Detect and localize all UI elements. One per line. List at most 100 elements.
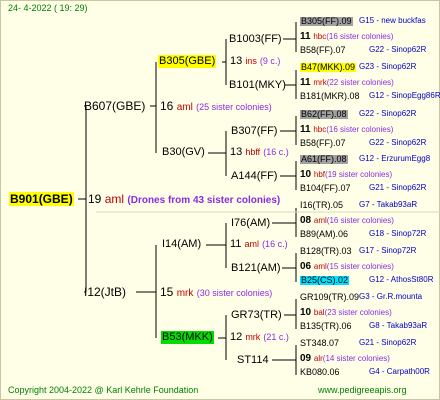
gen2-count-3: 11 bbox=[230, 238, 242, 250]
gen1-note-2: (30 sister colonies) bbox=[196, 288, 273, 298]
gen4-top-colony-6: G17 - Sinop72R bbox=[359, 246, 417, 255]
gen4-trait-4: hbf bbox=[313, 170, 326, 179]
gen4-stats-7: 10 bal(23 sister colonies) bbox=[300, 308, 392, 318]
gen3-queen-7[interactable]: GR73(TR) bbox=[231, 310, 282, 321]
gen4-note-1: (16 sister colonies) bbox=[326, 32, 394, 41]
gen4-bottom-colony-5: G18 - Sinop72R bbox=[369, 229, 427, 238]
gen4-top-queen-4[interactable]: A61(FF).08 bbox=[300, 155, 348, 164]
gen4-stats-8: 09 alr(14 sister colonies) bbox=[300, 354, 390, 364]
gen4-count-7: 10 bbox=[300, 307, 312, 318]
gen3-queen-3[interactable]: B307(FF) bbox=[231, 126, 277, 137]
gen4-trait-3: hbc bbox=[313, 125, 327, 134]
gen2-stats-3: 11 aml (16 c.) bbox=[230, 239, 288, 250]
gen4-top-queen-8[interactable]: ST348.07 bbox=[300, 339, 339, 348]
gen4-note-7: (23 sister colonies) bbox=[324, 308, 392, 317]
gen2-stats-1: 13 ins (9 c.) bbox=[230, 56, 280, 67]
footer-website-link[interactable]: www.pedigreeapis.org bbox=[318, 386, 407, 395]
gen4-count-3: 11 bbox=[300, 124, 311, 135]
gen4-top-colony-5: G7 - Takab93aR bbox=[359, 200, 418, 209]
gen4-bottom-colony-7: G8 - Takab93aR bbox=[369, 321, 428, 330]
gen4-count-6: 06 bbox=[300, 261, 312, 272]
gen4-top-colony-3: G22 - Sinop62R bbox=[359, 109, 417, 118]
gen4-bottom-queen-8[interactable]: KB080.06 bbox=[300, 368, 340, 377]
footer-copyright: Copyright 2004-2022 @ Karl Kehrle Founda… bbox=[8, 385, 199, 395]
gen2-count-4: 12 bbox=[230, 331, 243, 343]
gen2-stats-4: 12 mrk (21 c.) bbox=[230, 332, 289, 343]
gen4-top-colony-8: G21 - Sinop62R bbox=[359, 338, 417, 347]
gen4-top-colony-2: G23 - Sinop62R bbox=[359, 62, 417, 71]
gen1-stats-2: 15 mrk (30 sister colonies) bbox=[160, 286, 272, 299]
root-stats: 19 aml (Drones from 43 sister colonies) bbox=[88, 193, 280, 206]
gen1-stats-1: 16 aml (25 sister colonies) bbox=[160, 100, 272, 113]
root-trait: aml bbox=[104, 192, 125, 206]
gen4-top-queen-2[interactable]: B47(MKK).09 bbox=[300, 63, 357, 72]
gen1-note-1: (25 sister colonies) bbox=[196, 102, 272, 112]
gen4-stats-2: 11 mrk(22 sister colonies) bbox=[300, 78, 394, 88]
gen4-bottom-queen-7[interactable]: B135(TR).06 bbox=[300, 322, 352, 331]
gen4-trait-5: aml bbox=[313, 216, 327, 225]
gen4-top-colony-1: G15 - new buckfas bbox=[359, 16, 426, 25]
gen1-queen-2[interactable]: I12(JtB) bbox=[84, 286, 126, 298]
gen3-queen-5[interactable]: I76(AM) bbox=[231, 218, 270, 229]
gen4-bottom-queen-2[interactable]: B181(MKR).08 bbox=[300, 92, 360, 101]
gen4-bottom-queen-1[interactable]: B58(FF).07 bbox=[300, 46, 346, 55]
gen4-trait-1: hbc bbox=[313, 32, 327, 41]
gen2-note-3: (16 c.) bbox=[262, 239, 288, 249]
gen4-trait-7: bal bbox=[313, 308, 325, 317]
gen4-note-6: (15 sister colonies) bbox=[326, 262, 394, 271]
gen4-top-queen-7[interactable]: GR109(TR).09 bbox=[300, 293, 359, 302]
gen4-bottom-queen-5[interactable]: B89(AM).06 bbox=[300, 230, 348, 239]
gen4-bottom-colony-8: G4 - Carpath00R bbox=[369, 367, 430, 376]
gen2-queen-1[interactable]: B305(GBE) bbox=[158, 55, 217, 68]
gen1-queen-1[interactable]: B607(GBE) bbox=[84, 100, 145, 112]
gen3-queen-6[interactable]: B121(AM) bbox=[231, 263, 281, 274]
gen4-top-queen-3[interactable]: B62(FF).08 bbox=[300, 110, 348, 119]
gen4-top-queen-1[interactable]: B305(FF).09 bbox=[300, 17, 353, 26]
gen3-queen-1[interactable]: B1003(FF) bbox=[229, 34, 282, 45]
gen4-top-colony-7: G3 - Gr.R.mounta bbox=[359, 292, 423, 301]
gen4-bottom-queen-6[interactable]: B25(CS).02 bbox=[300, 276, 350, 285]
gen4-note-2: (22 sister colonies) bbox=[326, 78, 394, 87]
gen2-trait-4: mrk bbox=[245, 332, 261, 342]
gen4-trait-8: alr bbox=[313, 354, 323, 363]
gen2-trait-3: aml bbox=[244, 239, 259, 249]
gen2-note-1: (9 c.) bbox=[259, 56, 281, 66]
gen2-count-2: 13 bbox=[230, 146, 243, 158]
gen4-count-4: 10 bbox=[300, 169, 312, 180]
gen4-stats-4: 10 hbf(19 sister colonies) bbox=[300, 170, 392, 180]
gen4-count-5: 08 bbox=[300, 215, 312, 226]
gen4-bottom-queen-3[interactable]: B58(FF).07 bbox=[300, 139, 346, 148]
gen4-bottom-colony-2: G12 - SinopEgg86R bbox=[369, 91, 440, 100]
gen2-queen-3[interactable]: I14(AM) bbox=[162, 239, 201, 250]
gen3-queen-4[interactable]: A144(FF) bbox=[231, 171, 277, 182]
root-count: 19 bbox=[88, 192, 102, 206]
gen3-queen-2[interactable]: B101(MKY) bbox=[229, 80, 286, 91]
gen4-stats-3: 11 hbc(16 sister colonies) bbox=[300, 125, 393, 135]
gen4-note-3: (16 sister colonies) bbox=[326, 125, 394, 134]
root-note: (Drones from 43 sister colonies) bbox=[127, 195, 281, 206]
gen4-note-4: (19 sister colonies) bbox=[325, 170, 393, 179]
gen2-trait-2: hbff bbox=[245, 147, 261, 157]
gen4-bottom-colony-3: G22 - Sinop62R bbox=[369, 138, 427, 147]
gen4-stats-6: 06 aml(15 sister colonies) bbox=[300, 262, 394, 272]
gen1-trait-2: mrk bbox=[176, 288, 194, 299]
gen1-count-2: 15 bbox=[160, 285, 174, 299]
gen3-queen-8[interactable]: ST114 bbox=[237, 355, 269, 366]
gen2-note-2: (16 c.) bbox=[263, 147, 289, 157]
gen4-top-colony-4: G12 - ErzurumEgg8 bbox=[359, 154, 431, 163]
gen2-queen-2[interactable]: B30(GV) bbox=[162, 147, 205, 158]
gen2-note-4: (21 c.) bbox=[263, 332, 289, 342]
gen1-trait-1: aml bbox=[176, 102, 193, 113]
gen4-top-queen-5[interactable]: I16(TR).05 bbox=[300, 201, 343, 210]
gen4-top-queen-6[interactable]: B128(TR).03 bbox=[300, 247, 352, 256]
date-stamp: 24- 4-2022 ( 19: 29) bbox=[8, 3, 88, 13]
gen4-note-8: (14 sister colonies) bbox=[322, 354, 390, 363]
gen4-stats-1: 11 hbc(16 sister colonies) bbox=[300, 32, 393, 42]
root-queen[interactable]: B901(GBE) bbox=[9, 192, 74, 206]
gen2-queen-4[interactable]: B53(MKK) bbox=[161, 331, 214, 344]
gen2-trait-1: ins bbox=[245, 56, 257, 66]
gen4-bottom-colony-1: G22 - Sinop62R bbox=[369, 45, 427, 54]
gen4-trait-2: mrk bbox=[313, 78, 327, 87]
gen4-bottom-colony-4: G21 - Sinop62R bbox=[369, 183, 427, 192]
gen4-bottom-queen-4[interactable]: B104(FF).07 bbox=[300, 184, 351, 193]
